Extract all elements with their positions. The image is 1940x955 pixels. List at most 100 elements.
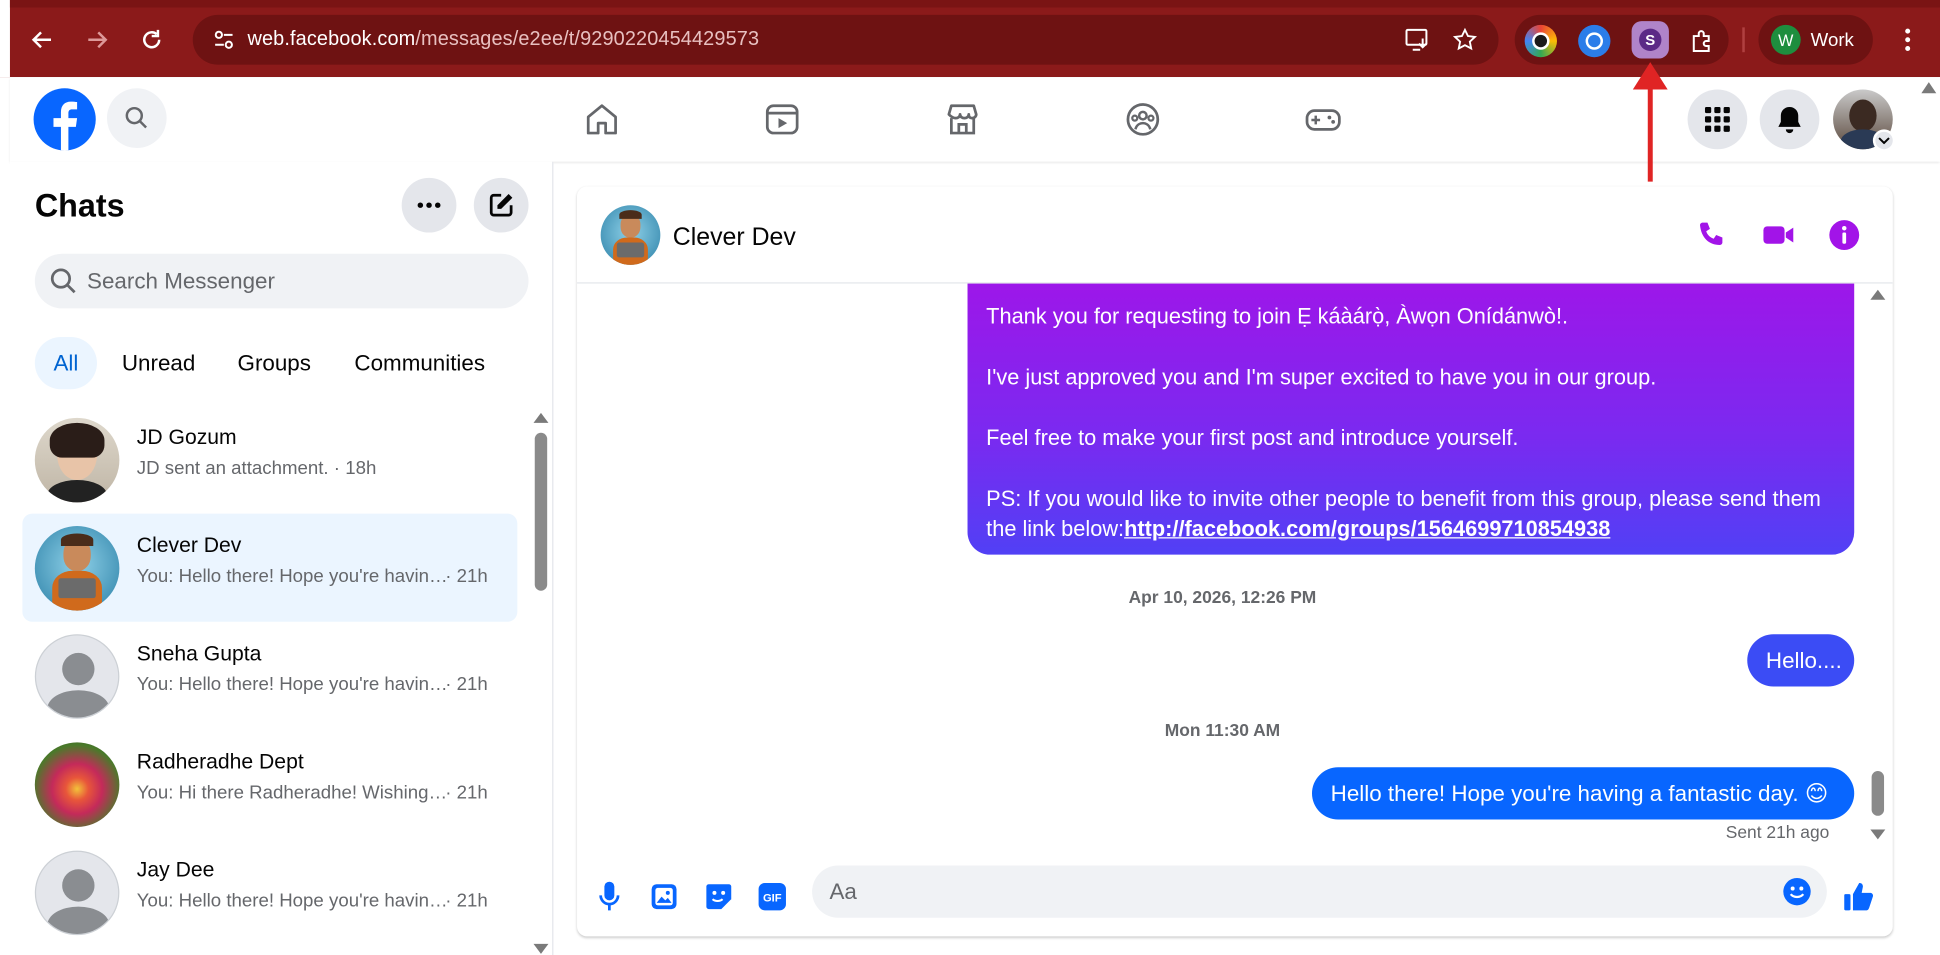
chat-preview: You: Hello there! Hope you're having a f… xyxy=(136,565,448,587)
window-edge xyxy=(0,0,10,78)
address-bar[interactable]: web.facebook.com/messages/e2ee/t/9290220… xyxy=(192,14,1499,65)
url-text: web.facebook.com/messages/e2ee/t/9290220… xyxy=(247,29,759,51)
sidebar-title: Chats xyxy=(34,186,125,224)
video-icon[interactable] xyxy=(760,97,805,142)
conversation-scroll-up-icon[interactable] xyxy=(1870,289,1886,300)
message-timestamp: Mon 11:30 AM xyxy=(1164,720,1281,740)
chat-name: JD Gozum xyxy=(136,425,237,449)
conversation-scrollbar[interactable] xyxy=(1871,771,1885,816)
more-vertical-icon[interactable] xyxy=(1890,22,1925,57)
extension-s-icon[interactable]: S xyxy=(1631,21,1669,59)
emoji-icon[interactable] xyxy=(1782,877,1812,913)
chats-sidebar: Chats Search Messenger All Unread Groups… xyxy=(9,161,554,955)
message-paragraph: Thank you for requesting to join Ẹ káàár… xyxy=(986,303,1569,329)
message-timestamp: Apr 10, 2026, 12:26 PM xyxy=(1128,586,1317,607)
chat-options-more-icon[interactable] xyxy=(401,177,457,233)
chat-time: · 21h xyxy=(445,890,488,912)
search-icon xyxy=(50,267,77,294)
sidebar-scrollbar[interactable] xyxy=(534,432,548,591)
marketplace-icon[interactable] xyxy=(940,97,985,142)
chat-time: · 21h xyxy=(445,782,488,804)
chat-name: Sneha Gupta xyxy=(136,641,262,666)
chat-name: Jay Dee xyxy=(136,858,215,882)
menu-grid-icon[interactable] xyxy=(1687,89,1748,150)
back-icon[interactable] xyxy=(25,22,60,57)
filter-communities[interactable]: Communities xyxy=(340,337,500,389)
sent-status: Sent 21h ago xyxy=(1725,822,1830,842)
annotation-arrow-icon xyxy=(1632,62,1668,182)
bookmark-star-icon[interactable] xyxy=(1452,27,1478,58)
contact-name[interactable]: Clever Dev xyxy=(673,224,796,253)
group-link[interactable]: http://facebook.com/groups/1564699710854… xyxy=(1124,516,1610,541)
filter-all[interactable]: All xyxy=(34,337,98,390)
chat-preview: JD sent an attachment. · 18h xyxy=(136,457,377,479)
compass-extension-icon[interactable] xyxy=(1578,24,1611,58)
message-paragraph-with-link: PS: If you would like to invite other pe… xyxy=(986,484,1837,544)
chat-name: Clever Dev xyxy=(136,533,242,558)
forward-icon[interactable] xyxy=(80,22,115,57)
message-input[interactable]: Aa xyxy=(812,865,1827,918)
chat-time: · 21h xyxy=(445,674,488,696)
filter-unread[interactable]: Unread xyxy=(107,337,210,389)
new-message-compose-icon[interactable] xyxy=(473,177,529,233)
conversation-info-icon[interactable] xyxy=(1827,218,1862,253)
conversation-pane: Thank you for requesting to join Ẹ káàár… xyxy=(577,186,1893,937)
avatar xyxy=(34,742,120,827)
contact-avatar[interactable] xyxy=(600,205,661,265)
search-placeholder: Search Messenger xyxy=(87,267,275,293)
conversation-header: Clever Dev xyxy=(577,186,1893,284)
reload-icon[interactable] xyxy=(134,22,169,57)
svg-text:GIF: GIF xyxy=(763,893,782,905)
chat-item-jd-gozum[interactable]: JD Gozum JD sent an attachment. · 18h xyxy=(22,405,517,513)
profile-button[interactable]: W Work xyxy=(1758,14,1873,65)
voice-call-icon[interactable] xyxy=(1694,218,1729,253)
chat-item-sneha-gupta[interactable]: Sneha Gupta You: Hello there! Hope you'r… xyxy=(22,622,517,730)
image-attach-icon[interactable] xyxy=(645,878,682,915)
message-paragraph: I've just approved you and I'm super exc… xyxy=(986,364,1657,390)
thumbs-up-icon[interactable] xyxy=(1841,878,1878,915)
search-messenger-input[interactable]: Search Messenger xyxy=(34,253,529,309)
sticker-icon[interactable] xyxy=(700,878,737,915)
gaming-icon[interactable] xyxy=(1301,97,1346,142)
avatar xyxy=(34,417,120,503)
default-avatar-icon xyxy=(34,634,120,719)
filter-groups[interactable]: Groups xyxy=(223,337,326,389)
conversation-scroll-down-icon[interactable] xyxy=(1870,829,1886,840)
url-path: /messages/e2ee/t/9290220454429573 xyxy=(415,28,760,50)
url-host: web.facebook.com xyxy=(247,28,416,50)
profile-avatar: W xyxy=(1770,24,1801,55)
default-avatar-icon xyxy=(34,850,120,936)
video-call-icon[interactable] xyxy=(1761,218,1796,253)
chat-preview: You: Hello there! Hope you're having a f… xyxy=(136,890,448,912)
message-paragraph: Feel free to make your first post and in… xyxy=(986,425,1519,451)
facebook-logo-icon[interactable] xyxy=(33,88,96,151)
message-bubble-received-approval: Thank you for requesting to join Ẹ káàár… xyxy=(967,261,1855,555)
chat-name: Radheradhe Dept xyxy=(136,749,304,774)
message-composer: GIF Aa xyxy=(577,858,1893,936)
gif-icon[interactable]: GIF xyxy=(754,878,791,915)
home-icon[interactable] xyxy=(580,97,625,142)
message-input-placeholder: Aa xyxy=(829,878,857,904)
message-bubble-sent: Hello there! Hope you're having a fantas… xyxy=(1311,767,1855,820)
chat-preview: You: Hi there Radheradhe! Wishing you a … xyxy=(136,782,448,804)
chat-item-jay-dee[interactable]: Jay Dee You: Hello there! Hope you're ha… xyxy=(22,838,517,946)
chat-item-radheradhe-dept[interactable]: Radheradhe Dept You: Hi there Radheradhe… xyxy=(22,730,517,838)
facebook-search-icon[interactable] xyxy=(106,88,167,148)
sidebar-scroll-up-icon[interactable] xyxy=(533,412,549,423)
page-scroll-up-icon[interactable] xyxy=(1921,82,1937,94)
site-settings-icon[interactable] xyxy=(200,27,247,52)
avatar xyxy=(34,526,120,611)
install-app-icon[interactable] xyxy=(1404,27,1431,58)
color-picker-extension-icon[interactable] xyxy=(1524,24,1557,58)
groups-icon[interactable] xyxy=(1120,97,1165,142)
chat-item-clever-dev[interactable]: Clever Dev You: Hello there! Hope you're… xyxy=(22,513,518,622)
chat-time: · 21h xyxy=(445,565,488,587)
account-chevron-down-icon[interactable] xyxy=(1872,129,1896,152)
notifications-bell-icon[interactable] xyxy=(1759,89,1820,150)
sidebar-scroll-down-icon[interactable] xyxy=(533,943,549,954)
chat-preview: You: Hello there! Hope you're having a f… xyxy=(136,674,448,696)
profile-name: Work xyxy=(1810,29,1854,51)
extensions-group: S xyxy=(1514,14,1729,65)
microphone-icon[interactable] xyxy=(591,878,628,915)
extensions-puzzle-icon[interactable] xyxy=(1686,25,1718,57)
